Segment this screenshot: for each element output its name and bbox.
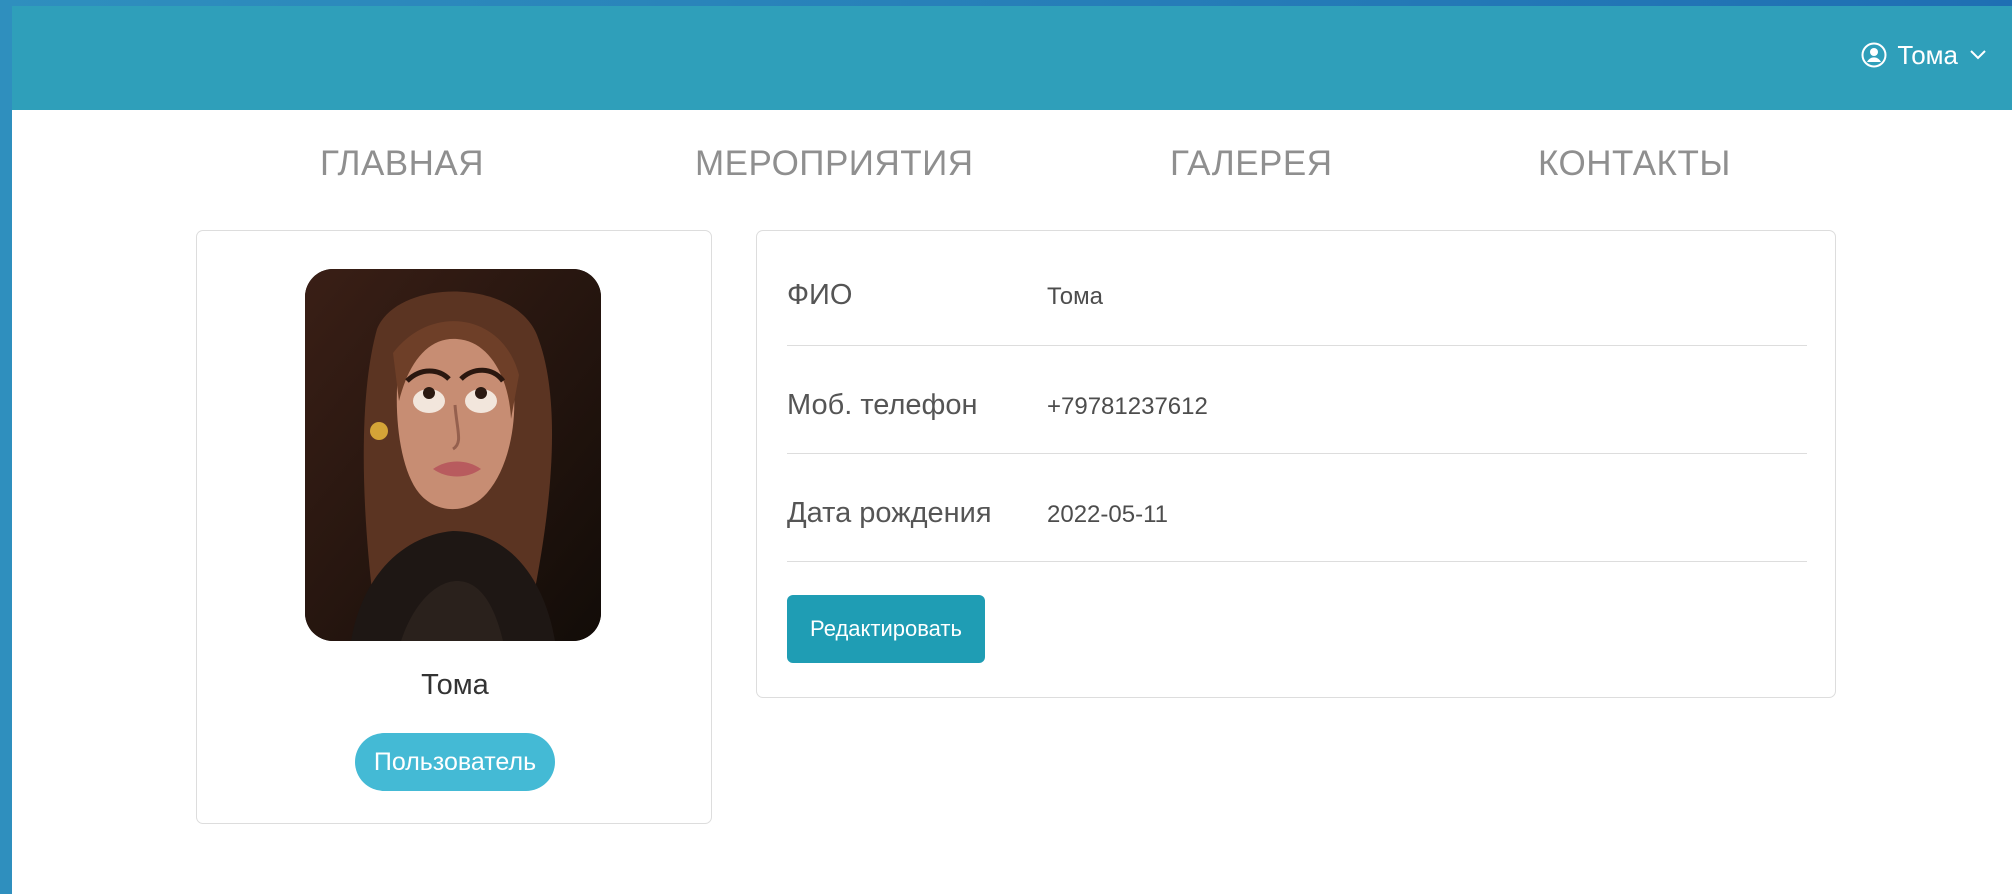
top-header: Тома bbox=[12, 6, 2012, 110]
page-frame: Тома ГЛАВНАЯ МЕРОПРИЯТИЯ ГАЛЕРЕЯ КОНТАКТ… bbox=[12, 6, 2012, 894]
birthdate-label: Дата рождения bbox=[787, 497, 992, 529]
user-name: Тома bbox=[1897, 40, 1958, 70]
phone-value: +79781237612 bbox=[1047, 393, 1208, 420]
nav-item-home[interactable]: ГЛАВНАЯ bbox=[320, 144, 484, 184]
divider bbox=[787, 561, 1807, 562]
user-menu[interactable]: Тома bbox=[1861, 42, 1988, 68]
birthdate-value: 2022-05-11 bbox=[1047, 501, 1168, 528]
nav-item-contacts[interactable]: КОНТАКТЫ bbox=[1538, 144, 1731, 184]
divider bbox=[787, 345, 1807, 346]
chevron-down-icon bbox=[1968, 45, 1988, 65]
fio-label: ФИО bbox=[787, 279, 853, 311]
nav-item-events[interactable]: МЕРОПРИЯТИЯ bbox=[695, 144, 974, 184]
profile-name: Тома bbox=[421, 669, 489, 701]
profile-card: Тома Пользователь bbox=[196, 230, 712, 824]
nav-item-gallery[interactable]: ГАЛЕРЕЯ bbox=[1170, 144, 1333, 184]
main-nav: ГЛАВНАЯ МЕРОПРИЯТИЯ ГАЛЕРЕЯ КОНТАКТЫ bbox=[12, 144, 2012, 194]
divider bbox=[787, 453, 1807, 454]
role-badge[interactable]: Пользователь bbox=[355, 733, 555, 791]
phone-label: Моб. телефон bbox=[787, 389, 978, 421]
avatar bbox=[305, 269, 601, 641]
edit-button[interactable]: Редактировать bbox=[787, 595, 985, 663]
fio-value: Тома bbox=[1047, 283, 1103, 310]
user-circle-icon bbox=[1861, 42, 1887, 68]
details-card: ФИО Тома Моб. телефон +79781237612 Дата … bbox=[756, 230, 1836, 698]
